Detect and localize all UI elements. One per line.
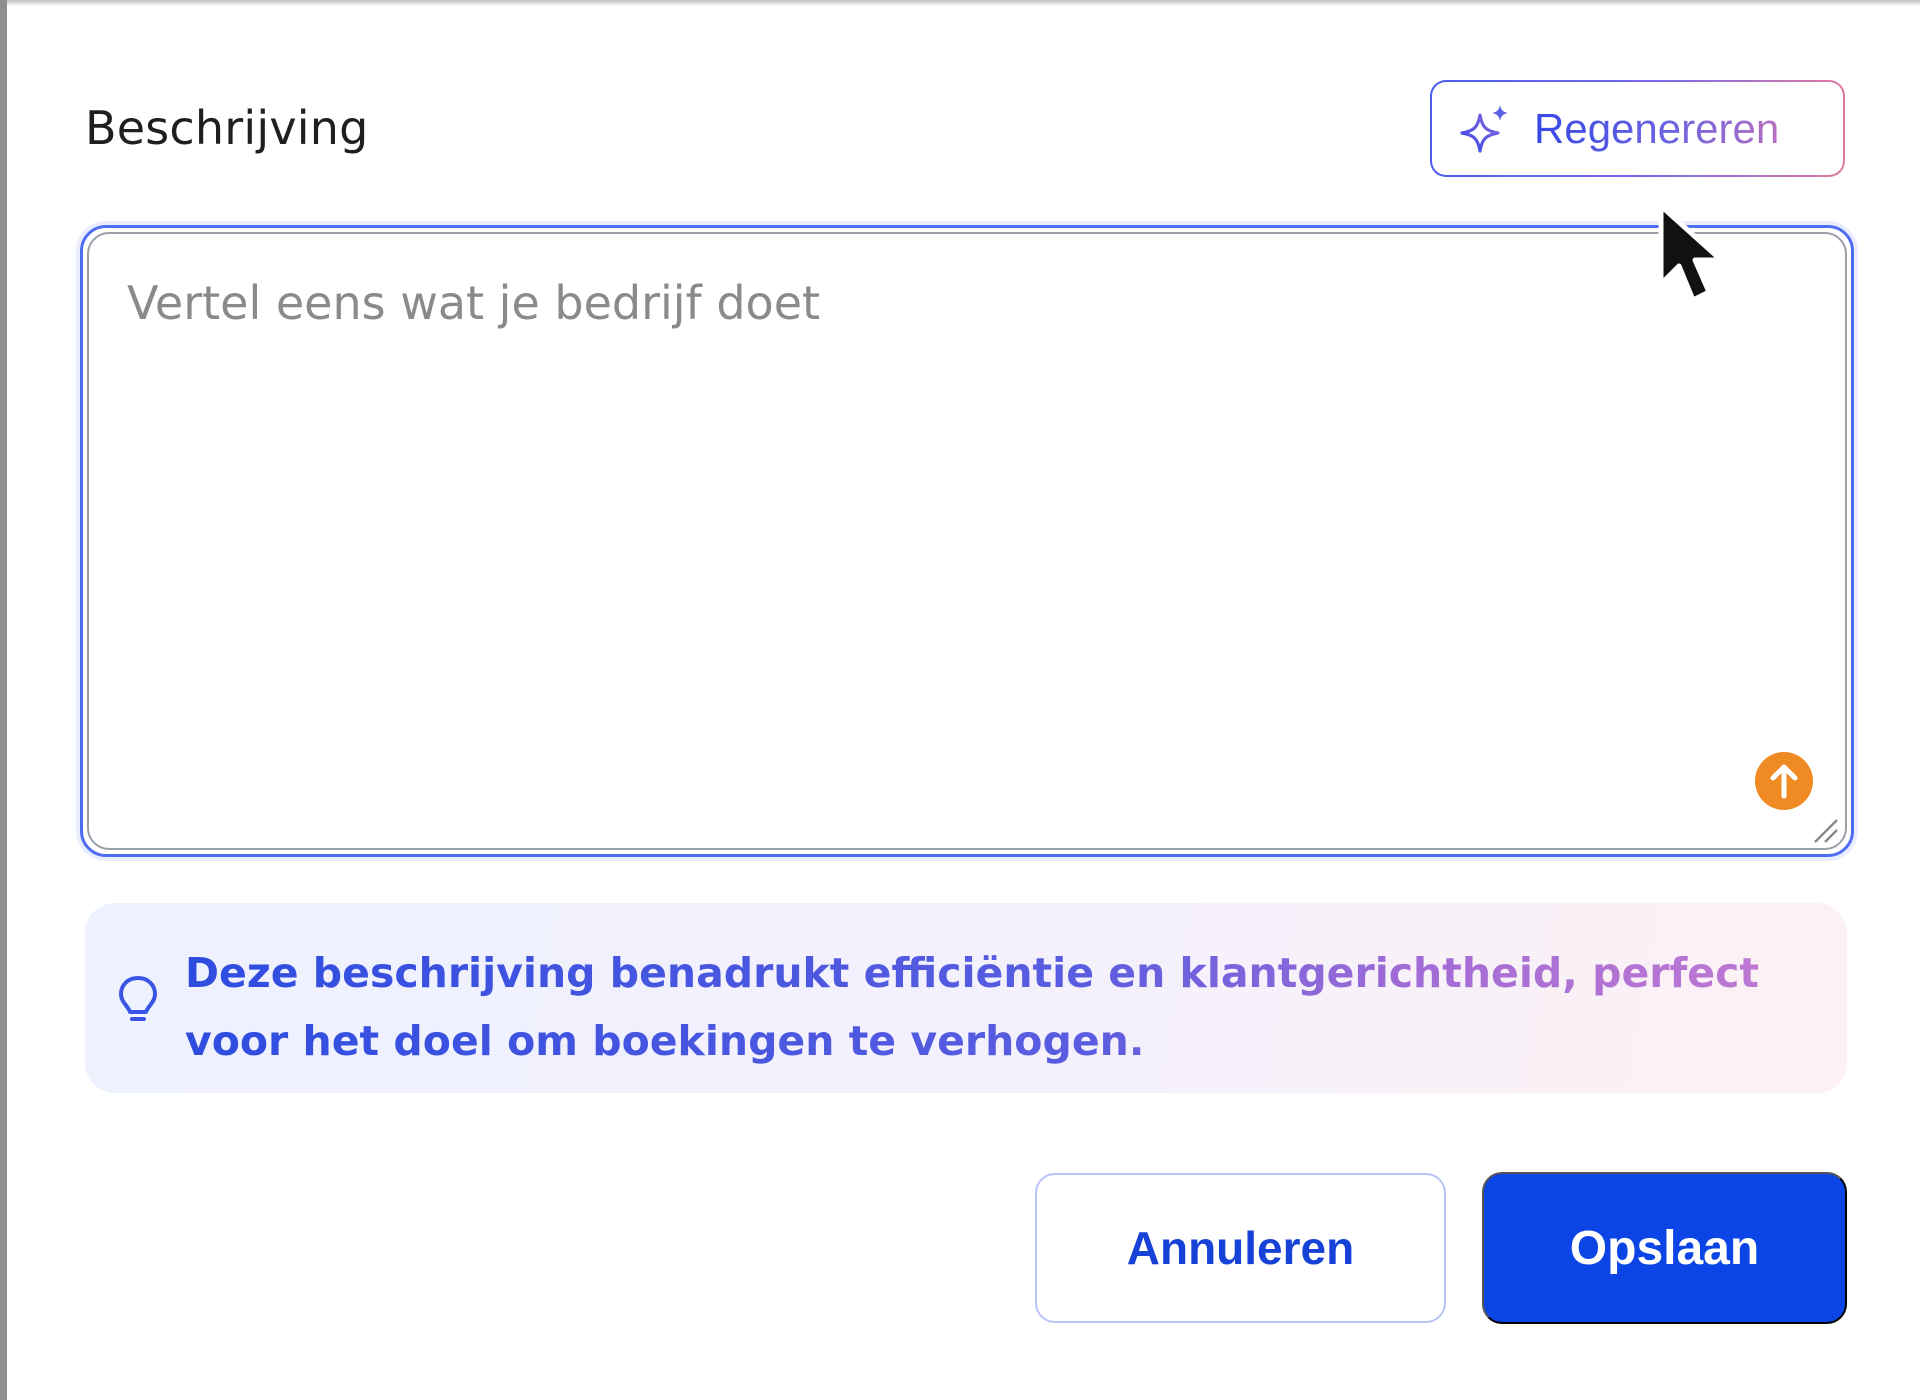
dialog-page: Beschrijving Regenereren Vertel eens wat… xyxy=(0,0,1920,1400)
resize-handle[interactable] xyxy=(1809,814,1839,844)
section-title: Beschrijving xyxy=(85,101,369,155)
save-button[interactable]: Opslaan xyxy=(1482,1172,1847,1324)
hint-callout: Deze beschrijving benadrukt efficiëntie … xyxy=(85,903,1847,1093)
description-field[interactable] xyxy=(80,225,1854,857)
cancel-button[interactable]: Annuleren xyxy=(1035,1173,1446,1323)
hint-text: Deze beschrijving benadrukt efficiëntie … xyxy=(185,939,1825,1075)
sparkle-icon xyxy=(1458,101,1514,157)
lightbulb-icon xyxy=(115,973,161,1025)
regenerate-button[interactable]: Regenereren xyxy=(1430,80,1845,177)
regenerate-label: Regenereren xyxy=(1534,104,1780,152)
window-top-edge xyxy=(7,0,1920,6)
window-left-edge xyxy=(0,0,7,1400)
description-input[interactable] xyxy=(127,276,1727,330)
mouse-cursor-icon xyxy=(1655,200,1735,340)
upload-arrow-icon[interactable] xyxy=(1753,750,1815,812)
